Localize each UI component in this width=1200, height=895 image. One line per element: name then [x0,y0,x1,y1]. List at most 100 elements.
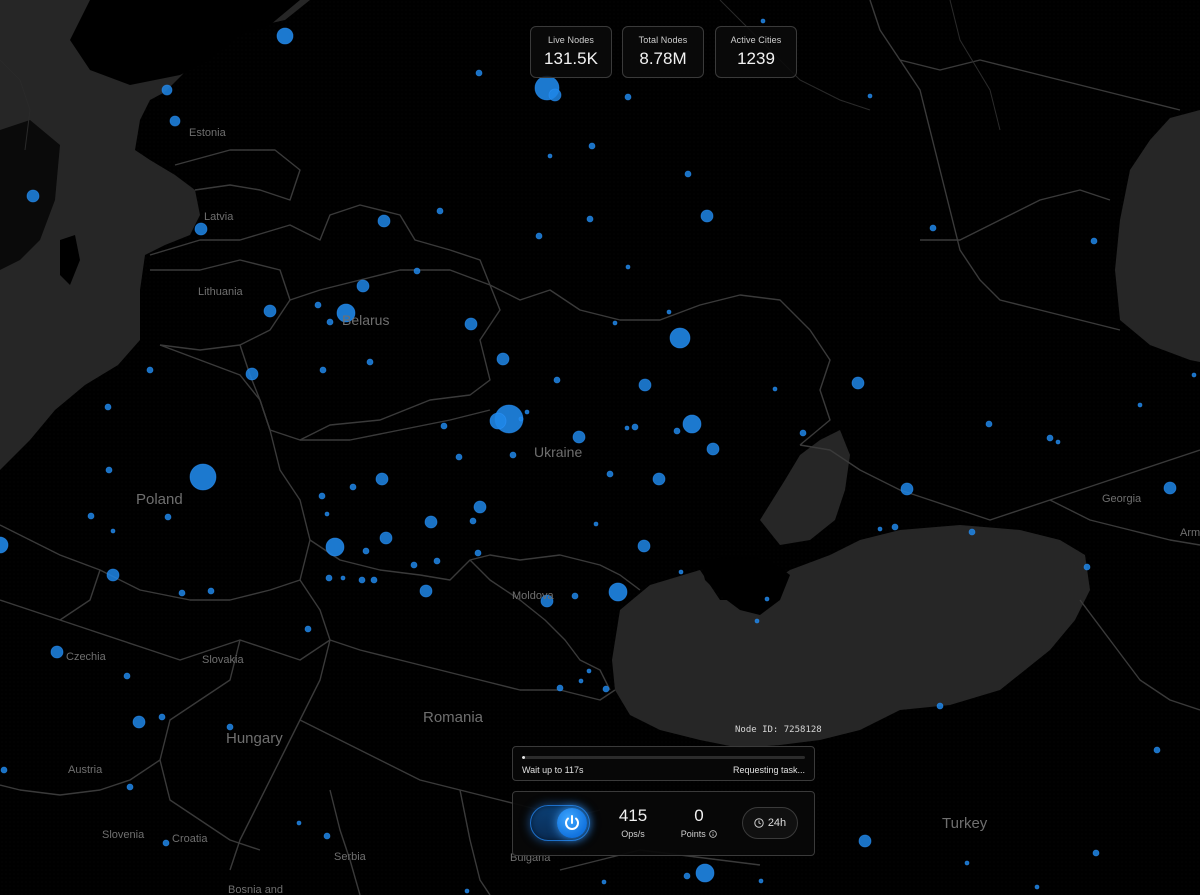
node-marker [1163,481,1177,495]
node-marker [189,463,217,491]
node-marker [146,366,154,374]
node-marker [263,304,277,318]
node-marker [760,18,766,24]
node-marker [464,317,478,331]
node-marker [433,557,441,565]
node-marker [706,442,720,456]
ops-label: Ops/s [621,829,645,839]
node-marker [764,596,770,602]
node-marker [245,367,259,381]
node-marker [799,429,807,437]
power-toggle-knob[interactable] [557,808,587,838]
live-nodes-card: Live Nodes 131.5K [530,26,612,78]
node-control-panel: 415 Ops/s 0 Points 24h [512,791,815,856]
node-marker [929,224,937,232]
total-nodes-card: Total Nodes 8.78M [622,26,704,78]
node-marker [964,860,970,866]
node-marker [123,672,131,680]
node-marker [1191,372,1197,378]
points-metric: 0 Points [669,806,729,839]
node-marker [87,512,95,520]
node-marker [318,492,326,500]
node-marker [455,453,463,461]
node-marker [424,515,438,529]
node-marker [518,416,524,422]
points-label: Points [680,829,706,839]
node-marker [524,409,530,415]
node-marker [473,500,487,514]
node-marker [695,863,715,883]
node-marker [324,511,330,517]
total-nodes-label: Total Nodes [638,35,688,45]
node-marker [547,153,553,159]
node-marker [877,526,883,532]
node-marker [1083,563,1091,571]
node-marker [858,834,872,848]
node-marker [1092,849,1100,857]
node-marker [891,523,899,531]
node-marker [132,715,146,729]
node-marker [169,115,181,127]
node-id-label: Node ID: 7258128 [735,725,822,735]
node-marker [1055,439,1061,445]
node-marker [26,189,40,203]
node-marker [535,232,543,240]
node-marker [509,451,517,459]
ops-value: 415 [618,806,648,825]
node-marker [624,425,630,431]
node-marker [379,531,393,545]
active-cities-value: 1239 [737,49,775,68]
node-marker [194,222,208,236]
node-marker [158,713,166,721]
node-marker [162,839,170,847]
node-marker [602,685,610,693]
task-progress-bar [522,756,805,759]
active-cities-card: Active Cities 1239 [715,26,797,78]
power-toggle[interactable] [530,805,590,841]
node-marker [588,142,596,150]
node-marker [496,352,510,366]
node-marker [631,423,639,431]
node-marker [678,569,684,575]
node-marker [683,872,691,880]
node-marker [440,422,448,430]
node-marker [50,645,64,659]
node-marker [105,466,113,474]
node-marker [474,549,482,557]
node-marker [1137,402,1143,408]
node-marker [571,592,579,600]
node-marker [572,430,586,444]
node-marker [1090,237,1098,245]
node-marker [637,539,651,553]
node-marker [375,472,389,486]
node-marker [304,625,312,633]
node-marker [340,575,346,581]
node-marker [556,684,564,692]
info-icon[interactable] [709,830,718,838]
node-marker [276,27,294,45]
node-marker [700,209,714,223]
task-status-panel: Wait up to 117s Requesting task... [512,746,815,781]
node-marker [867,93,873,99]
node-marker [606,470,614,478]
node-marker [296,820,302,826]
node-marker [319,366,327,374]
node-marker [336,303,356,323]
node-marker [104,403,112,411]
node-marker [326,318,334,326]
period-label: 24h [767,817,787,829]
node-marker [178,589,186,597]
node-marker [968,528,976,536]
node-marker [666,309,672,315]
node-marker [540,594,554,608]
period-selector-button[interactable]: 24h [742,807,798,839]
node-marker [593,521,599,527]
node-marker [608,582,628,602]
node-marker [349,483,357,491]
node-marker [900,482,914,496]
node-marker [1153,746,1161,754]
node-marker [377,214,391,228]
node-marker [586,668,592,674]
node-marker [362,547,370,555]
node-marker [936,702,944,710]
